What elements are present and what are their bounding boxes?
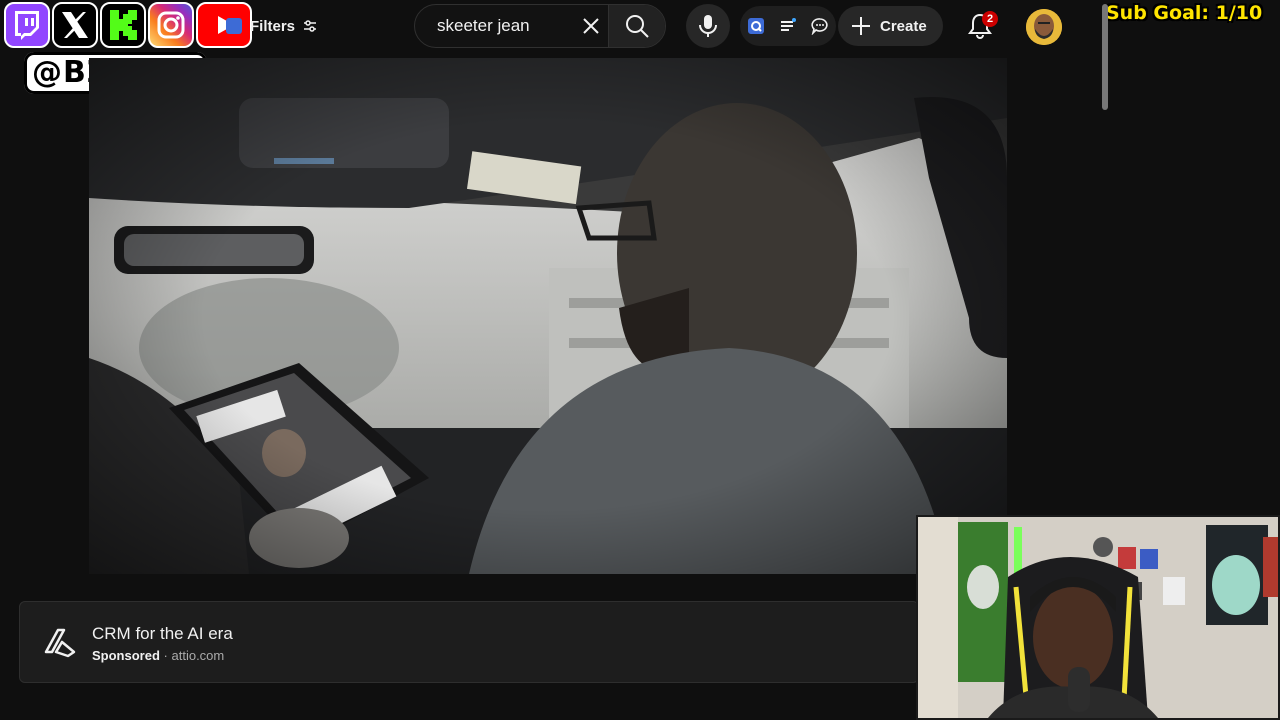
- extension-q-icon[interactable]: [747, 17, 765, 35]
- kick-icon: [100, 2, 146, 48]
- scrollbar-thumb[interactable]: [1102, 4, 1108, 110]
- plus-icon: [852, 17, 870, 35]
- search-icon: [625, 15, 649, 38]
- create-label: Create: [880, 17, 927, 35]
- clear-search-button[interactable]: [575, 6, 608, 46]
- twitch-icon: [4, 2, 50, 48]
- ad-domain[interactable]: attio.com: [172, 648, 225, 663]
- extension-toolbar: [740, 6, 836, 46]
- sliders-icon: [304, 20, 317, 32]
- notification-badge: 2: [982, 11, 998, 27]
- ad-meta: Sponsored · attio.com: [92, 648, 224, 663]
- create-button[interactable]: Create: [838, 6, 943, 46]
- streamer-webcam: [916, 515, 1280, 720]
- filters-label: Filters: [250, 17, 296, 35]
- webcam-feed: [918, 517, 1278, 718]
- avatar[interactable]: [1026, 9, 1062, 45]
- extension-icon: [226, 18, 242, 34]
- filters-button[interactable]: Filters: [226, 10, 317, 42]
- attio-logo-icon: [44, 628, 76, 658]
- search-button[interactable]: [607, 5, 665, 47]
- video-frame: [89, 58, 1007, 574]
- instagram-icon: [148, 2, 194, 48]
- x-icon: [52, 2, 98, 48]
- close-icon: [583, 18, 600, 34]
- page-scrollbar[interactable]: [1100, 0, 1110, 112]
- sponsored-label: Sponsored: [92, 648, 160, 663]
- sub-goal-counter: Sub Goal: 1/10: [1106, 2, 1263, 24]
- voice-search-button[interactable]: [686, 4, 730, 48]
- video-player[interactable]: [89, 58, 1007, 574]
- search-box: [414, 4, 666, 48]
- chat-icon[interactable]: [811, 17, 829, 35]
- social-icons-overlay: [4, 2, 252, 48]
- ad-title[interactable]: CRM for the AI era: [92, 624, 233, 644]
- sponsored-ad-card[interactable]: CRM for the AI era Sponsored · attio.com: [19, 601, 919, 683]
- microphone-icon: [699, 15, 717, 37]
- list-icon[interactable]: [779, 17, 797, 35]
- meta-separator: ·: [163, 648, 168, 663]
- search-input[interactable]: [435, 15, 569, 37]
